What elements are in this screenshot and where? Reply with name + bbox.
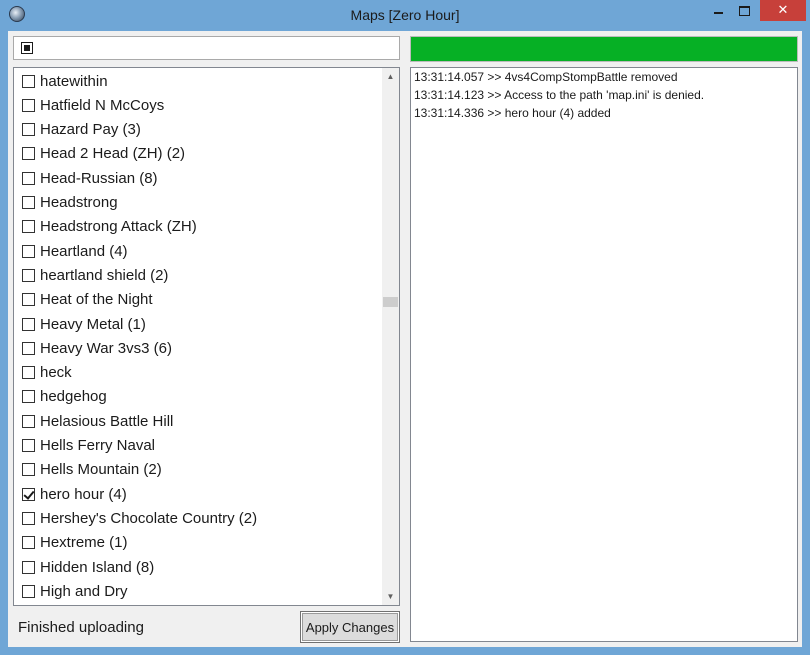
map-item-label: Hells Mountain (2) xyxy=(40,461,162,479)
map-list-item[interactable]: Hatfield N McCoys xyxy=(22,94,164,116)
map-list-item[interactable]: hero hour (4) xyxy=(22,483,127,505)
map-list-item[interactable]: Hells Mountain (2) xyxy=(22,459,162,481)
map-item-label: Hells Ferry Naval xyxy=(40,437,156,454)
map-list-item[interactable]: High and Dry xyxy=(22,580,128,602)
log-line: 13:31:14.336 >> hero hour (4) added xyxy=(414,106,611,120)
map-item-label: Hidden Island (8) xyxy=(40,558,155,576)
close-button[interactable]: ✕ xyxy=(760,0,806,21)
map-item-label: hero hour (4) xyxy=(40,485,127,503)
maximize-icon xyxy=(739,5,750,16)
checkbox[interactable] xyxy=(22,171,35,185)
map-item-label: Head 2 Head (ZH) (2) xyxy=(40,145,186,163)
log-line: 13:31:14.123 >> Access to the path 'map.… xyxy=(414,88,705,102)
map-item-label: Heavy War 3vs3 (6) xyxy=(40,339,172,357)
log-output[interactable]: 13:31:14.057 >> 4vs4CompStompBattle remo… xyxy=(410,67,798,642)
client-area: High and Dry Hidden Island (8) Hextreme (1… xyxy=(8,31,802,647)
minimize-icon xyxy=(713,11,723,14)
maximize-button[interactable] xyxy=(731,0,758,21)
checkbox[interactable] xyxy=(22,268,35,282)
map-item-label: Heat of the Night xyxy=(40,291,153,309)
checkbox[interactable] xyxy=(22,244,35,258)
scroll-up-icon[interactable]: ▲ xyxy=(382,68,399,85)
checkbox[interactable] xyxy=(22,196,35,209)
checkbox[interactable] xyxy=(22,511,35,525)
map-list-item[interactable]: Head 2 Head (ZH) (2) xyxy=(22,143,185,165)
map-item-label: heck xyxy=(40,364,72,382)
checkbox[interactable] xyxy=(22,366,35,380)
map-item-label: Hextreme (1) xyxy=(40,534,128,552)
map-list-item[interactable]: heartland shield (2) xyxy=(22,264,168,286)
search-input[interactable] xyxy=(13,36,400,60)
map-list-item[interactable]: Headstrong xyxy=(22,192,118,214)
checkbox[interactable] xyxy=(22,220,35,234)
window-title: Maps [Zero Hour] xyxy=(350,7,460,23)
close-icon: ✕ xyxy=(777,3,789,18)
map-item-label: Hatfield N McCoys xyxy=(40,96,165,114)
scroll-down-icon[interactable]: ▼ xyxy=(382,588,399,605)
map-item-label: hatewithin xyxy=(40,72,108,90)
map-item-label: Helasious Battle Hill xyxy=(40,412,174,430)
checkbox[interactable] xyxy=(22,584,35,598)
map-item-label: Heavy Metal (1) xyxy=(40,315,146,333)
vertical-scrollbar[interactable]: ▲ ▼ xyxy=(382,68,399,605)
map-item-label: High and Dry xyxy=(40,582,128,600)
map-item-label: Headstrong xyxy=(40,194,118,211)
map-list[interactable]: High and Dry Hidden Island (8) Hextreme (1… xyxy=(13,67,400,606)
progress-bar xyxy=(410,36,798,62)
map-list-item[interactable]: hatewithin xyxy=(22,70,108,92)
maps-window: Maps [Zero Hour] ✕ High and Dry Hidden Is… xyxy=(0,0,810,655)
checkbox[interactable] xyxy=(22,123,35,137)
map-list-item[interactable]: Heavy Metal (1) xyxy=(22,313,146,335)
checkbox-checked[interactable] xyxy=(22,487,35,501)
map-list-item[interactable]: Heartland (4) xyxy=(22,240,128,262)
map-list-item[interactable]: Hershey's Chocolate Country (2) xyxy=(22,507,257,529)
status-text: Finished uploading xyxy=(18,619,144,636)
map-list-item[interactable]: Hextreme (1) xyxy=(22,532,128,554)
apply-changes-button[interactable]: Apply Changes xyxy=(300,611,400,643)
checkbox[interactable] xyxy=(22,390,35,404)
minimize-button[interactable] xyxy=(705,0,731,21)
map-list-item[interactable]: Heavy War 3vs3 (6) xyxy=(22,337,172,359)
checkbox[interactable] xyxy=(22,293,35,307)
map-item-label: Heartland (4) xyxy=(40,242,128,260)
checkbox[interactable] xyxy=(22,317,35,331)
map-list-item[interactable]: Hells Ferry Naval xyxy=(22,435,155,457)
checkbox[interactable] xyxy=(22,74,35,88)
checkbox[interactable] xyxy=(22,560,35,574)
map-item-label: Head-Russian (8) xyxy=(40,169,158,187)
checkbox[interactable] xyxy=(22,536,35,550)
map-item-label: Hazard Pay (3) xyxy=(40,121,141,139)
progress-fill xyxy=(411,37,797,61)
map-list-item[interactable]: Head-Russian (8) xyxy=(22,167,158,189)
map-item-label: heartland shield (2) xyxy=(40,266,169,284)
checkbox[interactable] xyxy=(22,98,35,112)
map-list-item[interactable]: Hidden Island (8) xyxy=(22,556,154,578)
stop-icon[interactable] xyxy=(21,42,33,54)
map-list-item[interactable]: Hazard Pay (3) xyxy=(22,119,141,141)
map-item-label: Headstrong Attack (ZH) xyxy=(40,218,197,236)
map-list-item[interactable]: heck xyxy=(22,362,72,384)
log-line: 13:31:14.057 >> 4vs4CompStompBattle remo… xyxy=(414,70,678,84)
checkbox[interactable] xyxy=(22,439,35,452)
map-item-label: Hershey's Chocolate Country (2) xyxy=(40,509,258,527)
checkbox[interactable] xyxy=(22,414,35,428)
map-list-item[interactable]: Helasious Battle Hill xyxy=(22,410,173,432)
map-list-item[interactable]: hedgehog xyxy=(22,386,107,408)
map-item-label: hedgehog xyxy=(40,388,107,406)
scroll-thumb[interactable] xyxy=(383,297,398,307)
checkbox[interactable] xyxy=(22,147,35,161)
checkbox[interactable] xyxy=(22,463,35,477)
title-bar[interactable]: Maps [Zero Hour] ✕ xyxy=(0,0,810,31)
map-list-item[interactable]: Heat of the Night xyxy=(22,289,153,311)
map-list-item[interactable]: Headstrong Attack (ZH) xyxy=(22,216,197,238)
checkbox[interactable] xyxy=(22,341,35,355)
